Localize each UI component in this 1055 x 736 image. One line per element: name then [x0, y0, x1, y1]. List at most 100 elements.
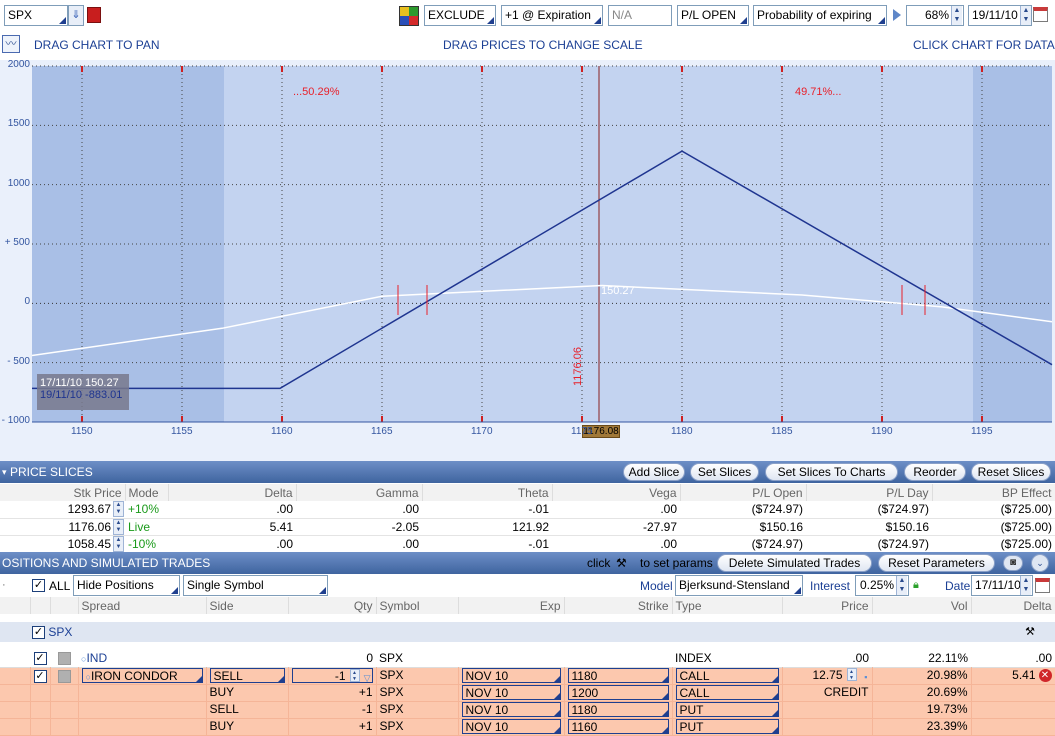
leg-type[interactable]: PUT	[672, 718, 783, 736]
group-wrench-icon[interactable]: ⚒	[1025, 625, 1035, 638]
collapse-icon[interactable]: ▾	[2, 461, 7, 483]
group-checkbox[interactable]: ✓	[32, 626, 45, 640]
leg-type[interactable]: CALL	[672, 684, 783, 702]
price-slice-row[interactable]: 1058.45 ▲ ▼ -10% .00 .00 -.01 .00 ($724.97) ($724…	[0, 535, 1055, 552]
price-slices-header: Stk Price Mode Delta Gamma Theta Vega P/…	[0, 484, 1055, 501]
leg-qty-text: -1	[334, 669, 346, 683]
hide-positions-select[interactable]: Hide Positions	[73, 575, 180, 596]
leg-gray-toggle[interactable]	[57, 669, 71, 683]
leg-side[interactable]: SELL	[206, 667, 289, 685]
leg-delta	[971, 684, 1055, 702]
lock-icon[interactable]: 🔒︎	[913, 579, 919, 592]
expand-icon[interactable]: ⌄	[1031, 554, 1049, 572]
positions-date-spinner[interactable]: ▲ ▼	[1020, 576, 1031, 595]
price-slice-row[interactable]: 1293.67 ▲ ▼ +10% .00 .00 -.01 .00 ($724.97) ($724…	[0, 501, 1055, 518]
slice-stk-price[interactable]: 1058.45 ▲ ▼	[0, 535, 125, 552]
reset-slices-button[interactable]: Reset Slices	[971, 463, 1051, 481]
play-arrow-icon[interactable]	[893, 9, 901, 21]
leg-delta: 5.41 ✕	[971, 667, 1055, 685]
leg-type[interactable]: CALL	[672, 667, 783, 685]
dropdown-corner-icon[interactable]	[277, 676, 284, 682]
date-spinner[interactable]: ▲ ▼	[1020, 6, 1031, 25]
slice-stk-price[interactable]: 1293.67 ▲ ▼	[0, 501, 125, 518]
leg-qty[interactable]: -1 ▲ ▼ ▽	[288, 667, 377, 685]
leg-exp[interactable]: NOV 10	[458, 701, 565, 719]
dropdown-corner-icon[interactable]	[553, 710, 560, 716]
leg-spinner[interactable]: ▲ ▼	[349, 669, 360, 682]
pl-chart[interactable]	[0, 60, 1055, 462]
slice-cell: ($725.00)	[1000, 536, 1052, 551]
delete-simulated-trades-button[interactable]: Delete Simulated Trades	[717, 554, 872, 572]
single-symbol-select[interactable]: Single Symbol	[183, 575, 328, 596]
slice-spinner[interactable]: ▲ ▼	[113, 501, 124, 517]
price-slice-row[interactable]: 1176.06 ▲ ▼ Live 5.41 -2.05 121.92 -27.97 $150.1…	[0, 518, 1055, 535]
reorder-button[interactable]: Reorder	[904, 463, 966, 481]
pl-mode-select[interactable]: P/L OPEN	[677, 5, 749, 26]
camera-icon[interactable]: ◙	[1003, 555, 1023, 571]
ind-row[interactable]: ✓ ○IND 0 SPX INDEX .00 22.11% .00	[0, 650, 1055, 667]
leg-spinner[interactable]: ▲ ▼	[846, 668, 857, 681]
leg-exp-text: NOV 10	[465, 703, 509, 717]
leg-checkbox[interactable]: ✓	[33, 669, 47, 683]
leg-exp[interactable]: NOV 10	[458, 718, 565, 736]
slice-spinner[interactable]: ▲ ▼	[113, 518, 124, 535]
click-data-hint: CLICK CHART FOR DATA	[913, 38, 1055, 52]
reset-parameters-button[interactable]: Reset Parameters	[878, 554, 995, 572]
leg-strike[interactable]: 1200	[564, 684, 673, 702]
leg-price	[782, 701, 873, 719]
leg-strike[interactable]: 1180	[564, 667, 673, 685]
dropdown-corner-icon[interactable]	[195, 676, 202, 682]
dropdown-corner-icon[interactable]	[771, 710, 778, 716]
leg-row[interactable]: BUY +1 SPX NOV 10 1160 PUT 23.39%	[0, 718, 1055, 736]
leg-vol: 19.73%	[872, 701, 972, 719]
qty-dropdown-icon[interactable]: ▽	[364, 671, 371, 683]
add-slice-button[interactable]: Add Slice	[623, 463, 685, 481]
na-field[interactable]: N/A	[608, 5, 672, 26]
chart-type-icon[interactable]: 〰	[2, 35, 20, 53]
leg-exp[interactable]: NOV 10	[458, 684, 565, 702]
dropdown-corner-icon[interactable]	[771, 693, 778, 699]
leg-row[interactable]: ✓ ○IRON CONDOR SELL -1 ▲ ▼ ▽ SPX NOV 10 1180 CALL 1…	[0, 667, 1055, 685]
price-lock-icon[interactable]: ▪	[864, 670, 867, 683]
slice-spinner[interactable]: ▲ ▼	[113, 535, 124, 552]
ind-checkbox[interactable]: ✓	[33, 652, 47, 666]
leg-exp-text: NOV 10	[465, 720, 509, 734]
leg-strike[interactable]: 1160	[564, 718, 673, 736]
dropdown-corner-icon[interactable]	[553, 693, 560, 699]
positions-calendar-icon[interactable]	[1035, 578, 1050, 593]
delete-leg-icon[interactable]: ✕	[1038, 669, 1052, 682]
prob-right-label: 49.71%...	[795, 86, 842, 98]
dropdown-corner-icon[interactable]	[661, 710, 668, 716]
ind-gray-toggle[interactable]	[57, 652, 71, 666]
all-checkbox[interactable]: ✓	[32, 579, 45, 592]
expiration-select[interactable]: +1 @ Expiration	[501, 5, 603, 26]
positions-table: Spread Side Qty Symbol Exp Strike Type P…	[0, 597, 1055, 736]
leg-exp[interactable]: NOV 10	[458, 667, 565, 685]
leg-strike[interactable]: 1180	[564, 701, 673, 719]
symbol-field[interactable]: SPX	[4, 5, 68, 26]
set-slices-to-charts-button[interactable]: Set Slices To Charts	[765, 463, 898, 481]
pct-spinner[interactable]: ▲ ▼	[951, 6, 962, 25]
calendar-icon[interactable]	[1033, 7, 1048, 22]
dropdown-corner-icon[interactable]	[771, 676, 778, 682]
leg-type[interactable]: PUT	[672, 701, 783, 719]
dropdown-corner-icon[interactable]	[661, 676, 668, 682]
leg-row[interactable]: SELL -1 SPX NOV 10 1180 PUT 19.73%	[0, 701, 1055, 719]
interest-spinner[interactable]: ▲ ▼	[896, 576, 907, 595]
dropdown-corner-icon[interactable]	[553, 727, 560, 733]
symbol-dropdown-icon[interactable]: ⇓	[68, 5, 84, 26]
dropdown-corner-icon[interactable]	[771, 727, 778, 733]
flag-icon[interactable]	[87, 7, 101, 23]
color-grid-icon[interactable]	[399, 6, 419, 26]
exclude-select[interactable]: EXCLUDE	[424, 5, 496, 26]
slice-stk-price[interactable]: 1176.06 ▲ ▼	[0, 518, 125, 535]
leg-row[interactable]: BUY +1 SPX NOV 10 1200 CALL CREDIT 20.69%	[0, 684, 1055, 702]
probability-select[interactable]: Probability of expiring	[753, 5, 887, 26]
leg-spread[interactable]: ○IRON CONDOR	[78, 667, 207, 685]
set-slices-button[interactable]: Set Slices	[690, 463, 759, 481]
group-row-spx[interactable]: ✓ SPX ⚒	[0, 622, 1055, 642]
model-select[interactable]: Bjerksund-Stensland	[675, 575, 803, 596]
dropdown-corner-icon[interactable]	[661, 693, 668, 699]
dropdown-corner-icon[interactable]	[661, 727, 668, 733]
dropdown-corner-icon[interactable]	[553, 676, 560, 682]
